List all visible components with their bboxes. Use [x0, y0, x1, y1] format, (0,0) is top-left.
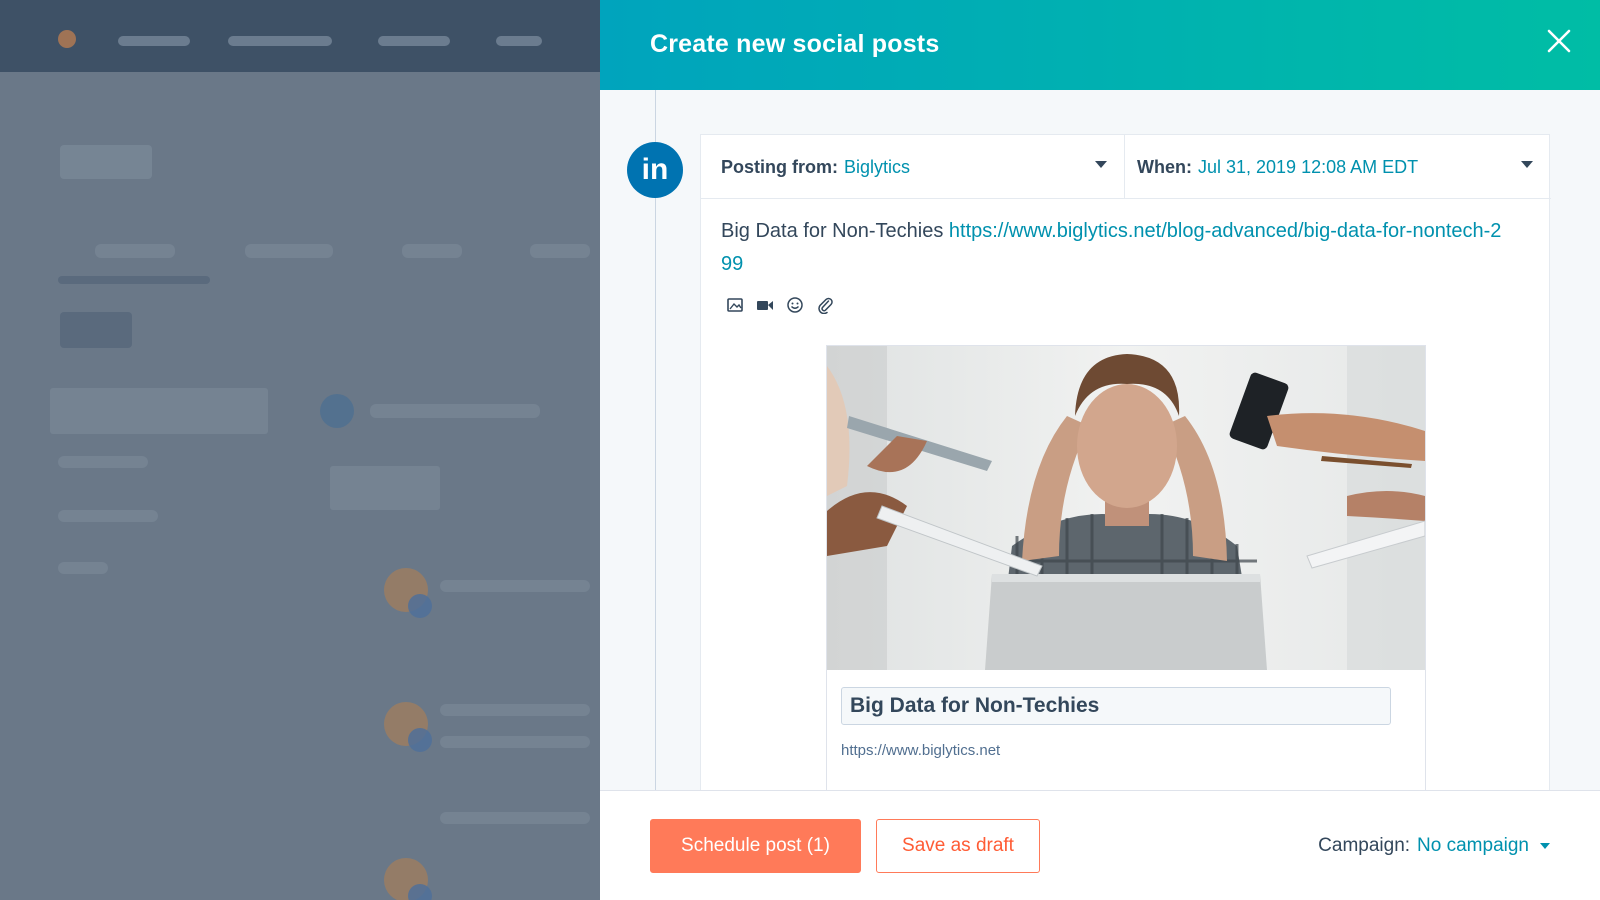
link-preview-card: https://www.biglytics.net	[826, 345, 1426, 791]
background-nav-bar	[0, 0, 600, 72]
background-tab	[95, 244, 175, 258]
video-icon[interactable]	[755, 295, 775, 315]
save-draft-button[interactable]: Save as draft	[876, 819, 1040, 873]
background-nav-item	[228, 36, 332, 46]
post-settings-row: Posting from: Biglytics When: Jul 31, 20…	[701, 135, 1551, 199]
link-preview-title-input[interactable]	[841, 687, 1391, 725]
when-value: Jul 31, 2019 12:08 AM EDT	[1197, 156, 1419, 177]
background-nav-item	[496, 36, 542, 46]
when-select[interactable]: When: Jul 31, 2019 12:08 AM EDT	[1137, 135, 1537, 199]
background-app	[0, 0, 600, 900]
image-icon[interactable]	[725, 295, 745, 315]
background-tab	[245, 244, 333, 258]
background-text	[440, 812, 590, 824]
background-filter-item	[58, 510, 158, 522]
background-tab-indicator	[58, 276, 210, 284]
background-page-title	[60, 145, 152, 179]
background-tab	[530, 244, 590, 258]
background-nav-item	[378, 36, 450, 46]
close-button[interactable]	[1546, 28, 1572, 54]
emoji-icon[interactable]	[785, 295, 805, 315]
link-preview-domain: https://www.biglytics.net	[841, 742, 1001, 759]
stressed-man-photo	[827, 346, 1425, 670]
post-text: Big Data for Non-Techies	[721, 220, 944, 242]
close-icon	[1547, 29, 1571, 53]
chevron-down-icon[interactable]	[1095, 161, 1107, 168]
attachment-icon[interactable]	[815, 295, 835, 315]
background-text	[440, 704, 590, 716]
background-toggle	[60, 312, 132, 348]
background-text	[440, 580, 590, 592]
background-nav-item	[118, 36, 190, 46]
posting-from-label: Posting from:	[721, 156, 838, 177]
link-preview-image	[827, 346, 1425, 670]
posting-from-value: Biglytics	[844, 156, 911, 177]
chevron-down-icon[interactable]	[1540, 843, 1550, 849]
background-filter-item	[58, 456, 148, 468]
panel-title: Create new social posts	[650, 30, 940, 58]
social-post-panel: Create new social posts in Posting from:…	[600, 0, 1600, 900]
panel-header: Create new social posts	[600, 0, 1600, 90]
background-logo-icon	[58, 30, 76, 48]
campaign-select[interactable]: Campaign: No campaign	[1318, 835, 1550, 857]
chevron-down-icon[interactable]	[1521, 161, 1533, 168]
background-tab	[402, 244, 462, 258]
post-editor-card: Posting from: Biglytics When: Jul 31, 20…	[700, 134, 1551, 791]
background-button	[330, 466, 440, 510]
schedule-post-button[interactable]: Schedule post (1)	[650, 819, 861, 873]
linkedin-icon: in	[627, 142, 683, 198]
background-avatar	[320, 394, 354, 428]
background-avatar	[384, 858, 432, 900]
background-filter-item	[50, 388, 268, 434]
background-avatar	[384, 568, 432, 618]
divider	[1124, 135, 1125, 199]
campaign-value[interactable]: No campaign	[1417, 835, 1529, 857]
background-filter-item	[58, 562, 108, 574]
when-label: When:	[1137, 156, 1192, 177]
post-text-editor[interactable]: Big Data for Non-Techies https://www.big…	[721, 215, 1511, 281]
post-toolbar	[725, 295, 835, 315]
panel-footer: Schedule post (1) Save as draft Campaign…	[600, 790, 1600, 900]
posting-from-select[interactable]: Posting from: Biglytics	[721, 135, 1111, 199]
background-text	[440, 736, 590, 748]
background-avatar	[384, 702, 432, 752]
campaign-label: Campaign:	[1318, 835, 1411, 856]
background-text	[370, 404, 540, 418]
